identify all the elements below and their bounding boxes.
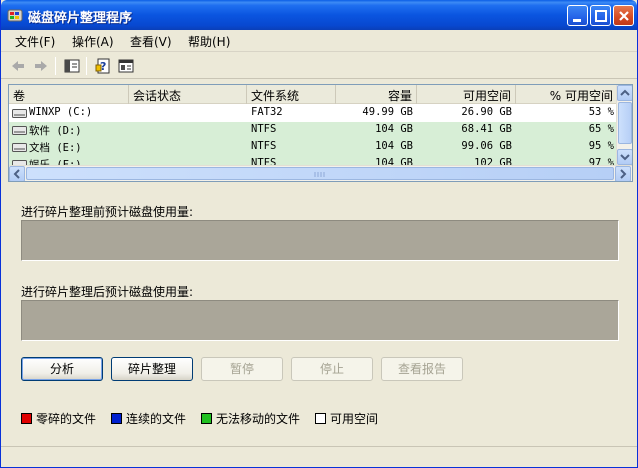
legend-contiguous: 连续的文件 <box>111 410 186 427</box>
volume-list[interactable]: 卷 会话状态 文件系统 容量 可用空间 % 可用空间 WINXP (C:) FA… <box>8 84 633 182</box>
volume-free-space: 26.90 GB <box>461 106 512 118</box>
volume-file-system: NTFS <box>251 123 277 135</box>
column-header-session-status[interactable]: 会话状态 <box>129 85 247 104</box>
maximize-icon <box>595 10 607 22</box>
scroll-up-button[interactable] <box>617 85 632 101</box>
close-icon <box>619 11 629 21</box>
forward-arrow-icon[interactable] <box>32 57 50 75</box>
volume-list-header: 卷 会话状态 文件系统 容量 可用空间 % 可用空间 <box>9 85 618 104</box>
vertical-scrollbar[interactable] <box>616 85 632 165</box>
defragment-button[interactable]: 碎片整理 <box>111 357 193 381</box>
legend-label: 可用空间 <box>330 412 379 426</box>
maximize-button[interactable] <box>590 5 611 26</box>
fragmented-swatch <box>21 413 32 424</box>
status-bar <box>1 446 637 467</box>
close-button[interactable] <box>613 5 634 26</box>
column-header-capacity[interactable]: 容量 <box>336 85 417 104</box>
arrow-right-icon <box>620 169 627 179</box>
volume-session-status <box>129 140 247 156</box>
view-report-button[interactable]: 查看报告 <box>381 357 463 381</box>
scroll-down-button[interactable] <box>617 149 632 165</box>
menu-file[interactable]: 文件(F) <box>15 33 55 50</box>
volume-row[interactable]: 文档 (E:) NTFS 104 GB 99.06 GB 95 % <box>9 139 618 156</box>
volume-percent-free: 97 % <box>588 157 614 165</box>
volume-free-space: 68.41 GB <box>461 123 512 135</box>
volume-capacity: 49.99 GB <box>362 106 413 118</box>
volume-percent-free: 65 % <box>588 123 614 135</box>
grip-icon <box>314 172 325 177</box>
volume-capacity: 104 GB <box>375 140 413 152</box>
horizontal-scroll-thumb[interactable] <box>26 167 614 180</box>
properties-icon[interactable] <box>117 57 135 75</box>
volume-file-system: NTFS <box>251 157 277 165</box>
volume-row[interactable]: WINXP (C:) FAT32 49.99 GB 26.90 GB 53 % <box>9 105 618 122</box>
arrow-up-icon <box>620 89 630 96</box>
menu-view[interactable]: 查看(V) <box>130 33 172 50</box>
volume-name: 软件 (D:) <box>29 125 82 137</box>
volume-session-status <box>129 157 247 165</box>
pause-button[interactable]: 暂停 <box>201 357 283 381</box>
menu-action[interactable]: 操作(A) <box>72 33 114 50</box>
volume-row[interactable]: 娱乐 (F:) NTFS 104 GB 102 GB 97 % <box>9 156 618 165</box>
column-header-percent-free[interactable]: % 可用空间 <box>516 85 618 104</box>
arrow-left-icon <box>13 169 20 179</box>
toolbar-separator <box>86 57 87 75</box>
contiguous-swatch <box>111 413 122 424</box>
volume-free-space: 99.06 GB <box>461 140 512 152</box>
stop-button[interactable]: 停止 <box>291 357 373 381</box>
legend-label: 零碎的文件 <box>36 412 97 426</box>
volume-percent-free: 53 % <box>588 106 614 118</box>
menu-bar: 文件(F) 操作(A) 查看(V) 帮助(H) <box>1 30 637 52</box>
usage-before-label: 进行碎片整理前预计磁盘使用量: <box>21 205 194 219</box>
show-hide-tree-icon[interactable] <box>63 57 81 75</box>
back-arrow-icon[interactable] <box>9 57 27 75</box>
scroll-right-button[interactable] <box>615 166 631 181</box>
horizontal-scrollbar[interactable] <box>9 165 632 181</box>
column-header-file-system[interactable]: 文件系统 <box>247 85 336 104</box>
usage-after-display <box>21 300 619 341</box>
column-header-volume[interactable]: 卷 <box>9 85 129 104</box>
volume-file-system: NTFS <box>251 140 277 152</box>
legend-fragmented: 零碎的文件 <box>21 410 96 427</box>
legend-free-space: 可用空间 <box>315 410 378 427</box>
volume-free-space: 102 GB <box>474 157 512 165</box>
window-title: 磁盘碎片整理程序 <box>28 11 133 26</box>
legend-unmovable: 无法移动的文件 <box>201 410 300 427</box>
free-space-swatch <box>315 413 326 424</box>
volume-row[interactable]: 软件 (D:) NTFS 104 GB 68.41 GB 65 % <box>9 122 618 139</box>
unmovable-swatch <box>201 413 212 424</box>
usage-before-display <box>21 220 619 261</box>
toolbar: ? <box>1 53 637 79</box>
usage-after-label: 进行碎片整理后预计磁盘使用量: <box>21 285 194 299</box>
analyze-button[interactable]: 分析 <box>21 357 103 381</box>
arrow-down-icon <box>620 154 630 161</box>
vertical-scroll-thumb[interactable] <box>618 102 632 144</box>
volume-file-system: FAT32 <box>251 106 283 118</box>
scroll-left-button[interactable] <box>9 166 25 181</box>
volume-session-status <box>129 106 247 122</box>
volume-name: WINXP (C:) <box>29 106 93 118</box>
help-icon[interactable]: ? <box>94 57 112 75</box>
volume-session-status <box>129 123 247 139</box>
column-header-free-space[interactable]: 可用空间 <box>417 85 516 104</box>
defrag-window: 磁盘碎片整理程序 文件(F) 操作(A) 查看(V) 帮助(H) ? 卷 会话状… <box>0 0 638 468</box>
volume-capacity: 104 GB <box>375 123 413 135</box>
toolbar-separator <box>55 57 56 75</box>
minimize-icon <box>573 19 581 22</box>
volume-name: 文档 (E:) <box>29 142 82 154</box>
legend-label: 无法移动的文件 <box>216 412 301 426</box>
volume-percent-free: 95 % <box>588 140 614 152</box>
defrag-app-icon <box>7 9 23 22</box>
menu-help[interactable]: 帮助(H) <box>188 33 230 50</box>
legend-label: 连续的文件 <box>126 412 187 426</box>
minimize-button[interactable] <box>567 5 588 26</box>
title-bar[interactable]: 磁盘碎片整理程序 <box>1 0 637 30</box>
volume-capacity: 104 GB <box>375 157 413 165</box>
volume-name: 娱乐 (F:) <box>29 159 82 165</box>
